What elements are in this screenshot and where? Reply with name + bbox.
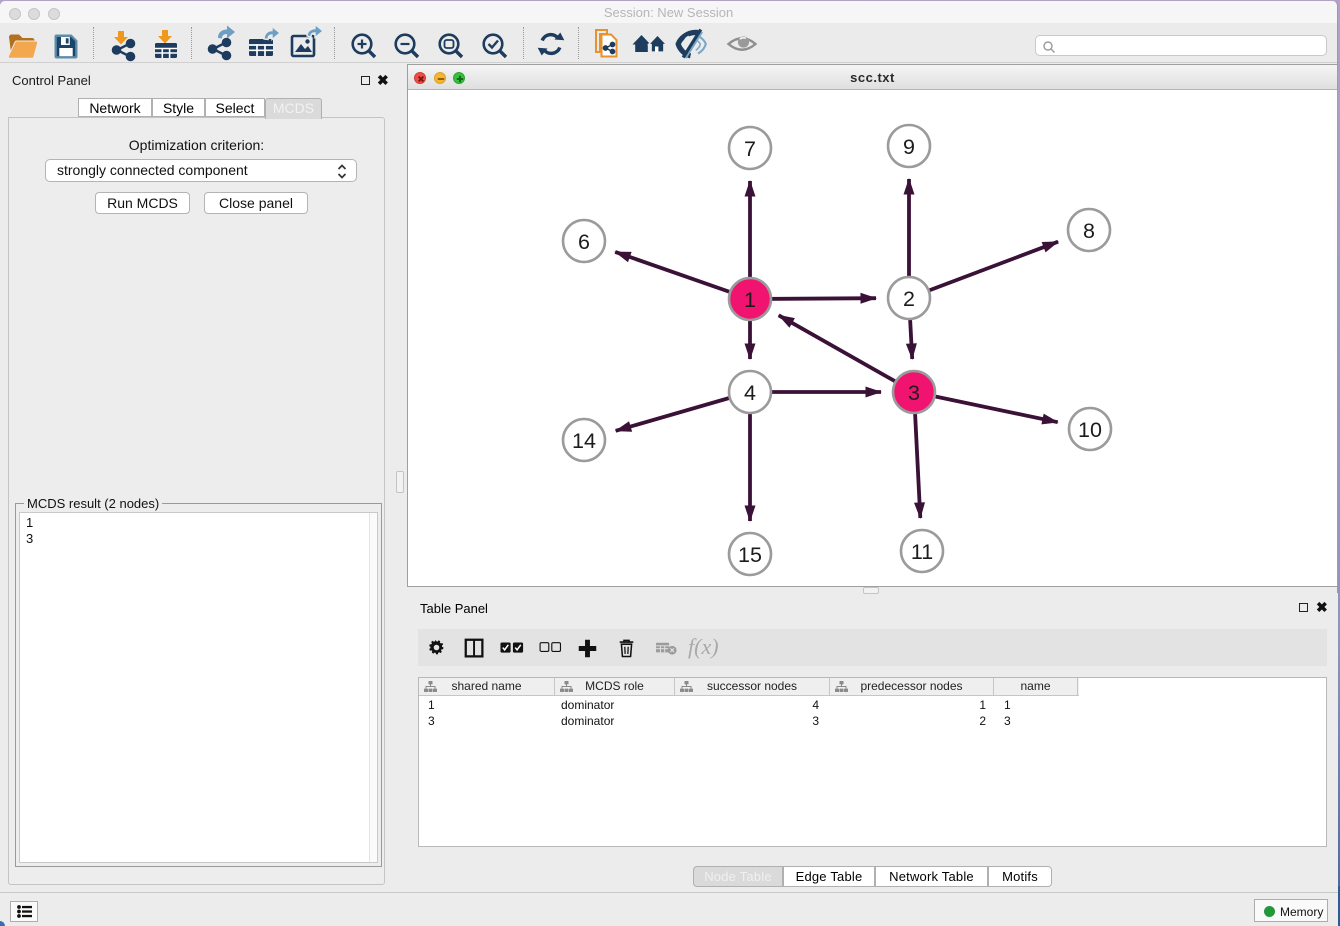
svg-text:4: 4	[744, 381, 756, 405]
svg-text:2: 2	[903, 287, 915, 311]
svg-text:1: 1	[744, 288, 756, 312]
svg-text:7: 7	[744, 137, 756, 161]
svg-text:6: 6	[578, 230, 590, 254]
svg-text:8: 8	[1083, 219, 1095, 243]
svg-text:3: 3	[908, 381, 920, 405]
svg-text:14: 14	[572, 429, 596, 453]
svg-text:10: 10	[1078, 418, 1102, 442]
svg-text:11: 11	[911, 540, 933, 564]
svg-text:15: 15	[738, 543, 762, 567]
svg-text:9: 9	[903, 135, 915, 159]
